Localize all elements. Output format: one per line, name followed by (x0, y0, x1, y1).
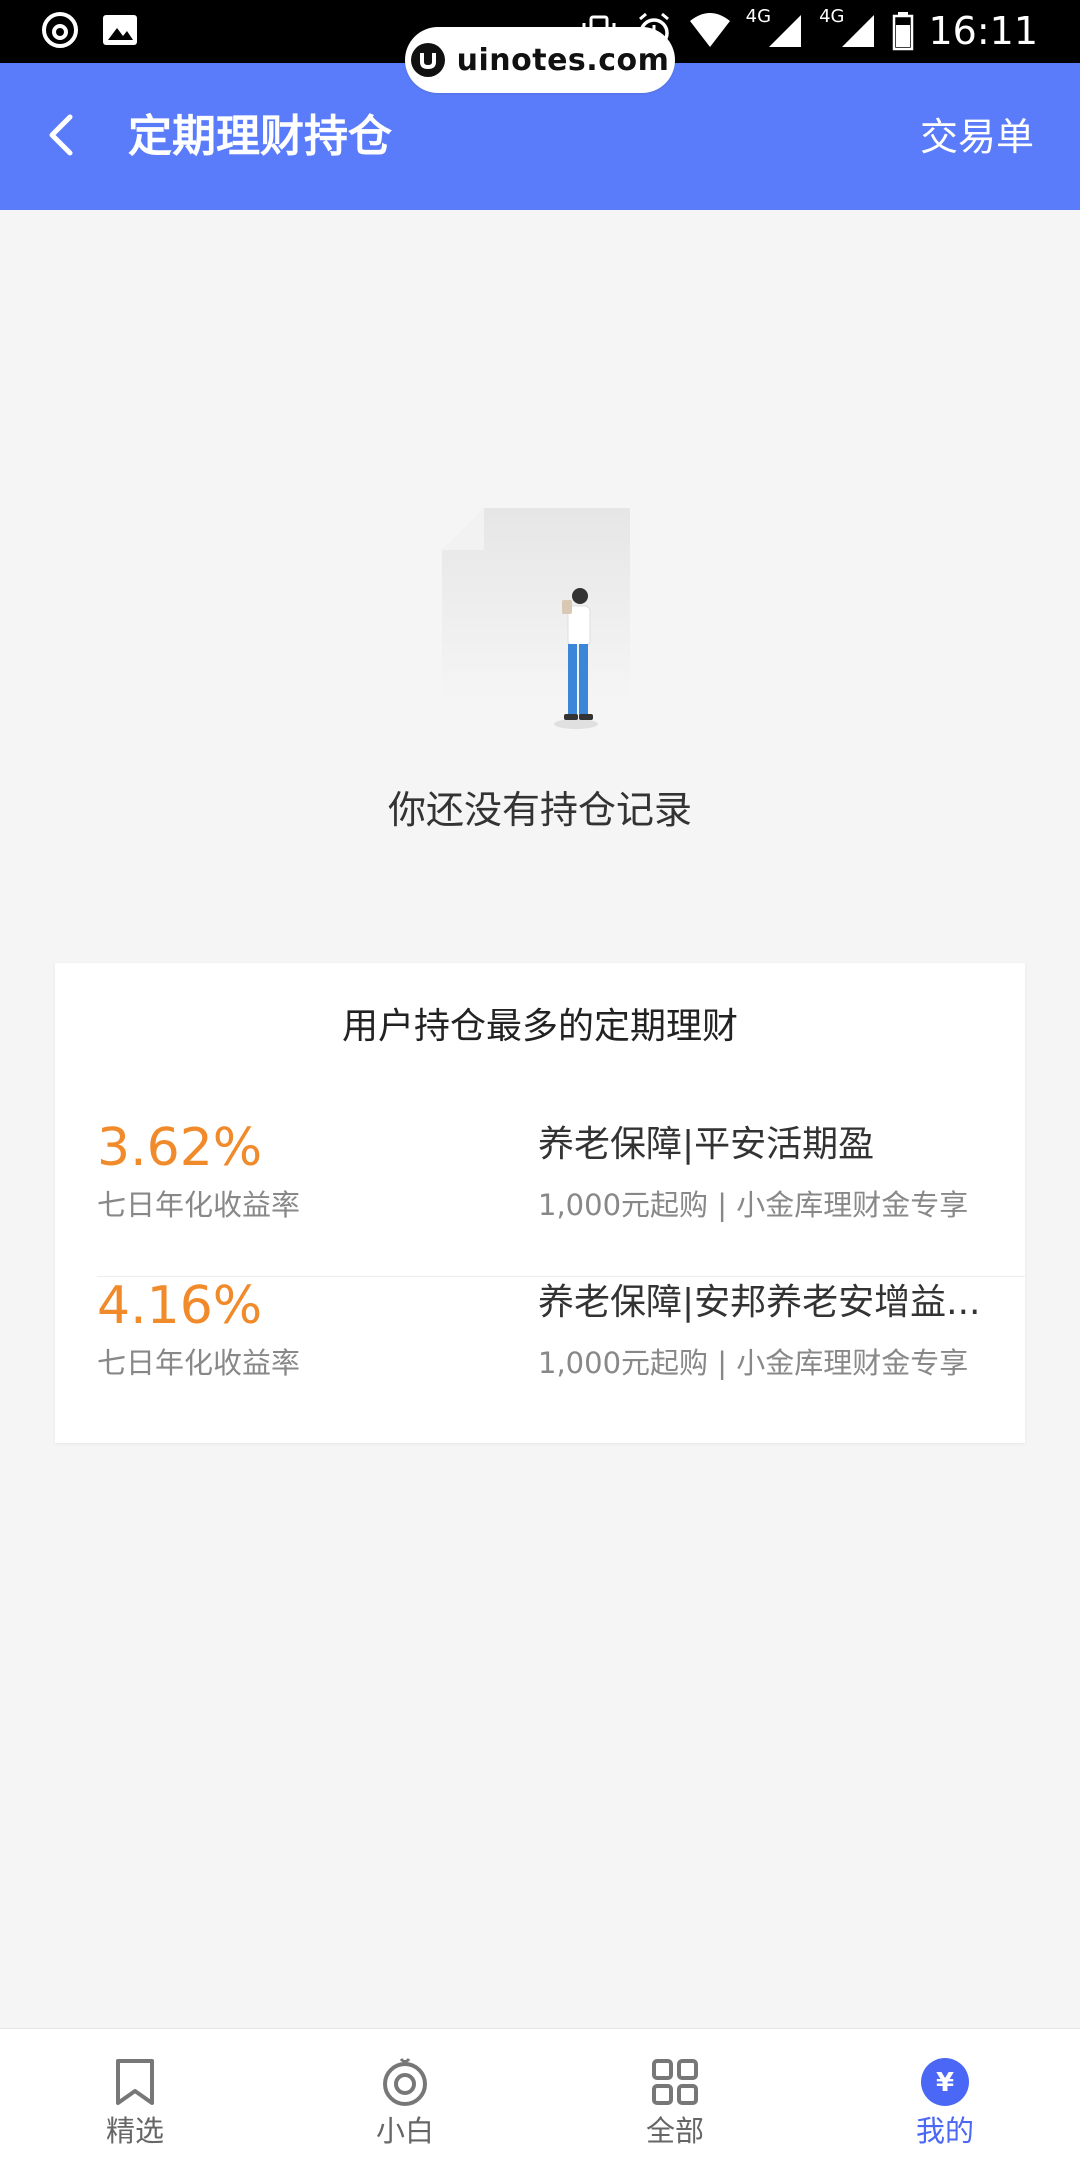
status-time: 16:11 (928, 9, 1038, 53)
network-label-1: 4G (745, 6, 772, 27)
nav-item-mine[interactable]: ¥ 我的 (810, 2029, 1080, 2161)
watermark-text: uinotes.com (456, 42, 670, 78)
product-rate-label: 七日年化收益率 (97, 1346, 301, 1380)
nav-label: 小白 (375, 2114, 434, 2148)
bookmark-icon (116, 2059, 154, 2105)
product-description: 1,000元起购 | 小金库理财金专享 (538, 1346, 969, 1380)
target-icon (383, 2057, 427, 2106)
page-title: 定期理财持仓 (128, 111, 392, 162)
nav-item-beginner[interactable]: 小白 (270, 2029, 540, 2161)
nav-label: 我的 (915, 2114, 974, 2148)
product-item[interactable]: 3.62% 七日年化收益率 养老保障|平安活期盈 1,000元起购 | 小金库理… (97, 1113, 1025, 1275)
nav-item-featured[interactable]: 精选 (0, 2029, 270, 2161)
transactions-button[interactable]: 交易单 (920, 111, 1034, 163)
empty-document-illustration (442, 508, 630, 729)
nav-item-all[interactable]: 全部 (540, 2029, 810, 2161)
image-icon (103, 15, 137, 45)
product-name: 养老保障|平安活期盈 (538, 1124, 875, 1165)
battery-icon (893, 12, 914, 51)
bottom-nav: 精选 小白 全部 ¥ 我的 (0, 2028, 1080, 2161)
product-rate-label: 七日年化收益率 (97, 1188, 301, 1222)
svg-text:¥: ¥ (936, 2068, 954, 2098)
netease-cloud-music-icon (42, 12, 78, 48)
empty-state-text: 你还没有持仓记录 (387, 788, 692, 832)
popular-products-card: 用户持仓最多的定期理财 3.62% 七日年化收益率 养老保障|平安活期盈 1,0… (55, 963, 1025, 1443)
signal-icon (769, 15, 802, 47)
chevron-left-icon (49, 114, 73, 156)
uinotes-watermark: uinotes.com (405, 27, 675, 93)
signal-icon-2 (842, 15, 875, 47)
back-button[interactable] (36, 105, 96, 165)
uinotes-logo-icon (410, 43, 445, 77)
wifi-icon (689, 13, 730, 47)
yuan-icon: ¥ (921, 2058, 969, 2106)
status-left-icons (40, 10, 140, 50)
product-rate: 4.16% (97, 1276, 263, 1336)
product-name: 养老保障|安邦养老安增益... (538, 1282, 981, 1323)
product-rate: 3.62% (97, 1118, 263, 1178)
grid-icon (652, 2059, 698, 2105)
product-description: 1,000元起购 | 小金库理财金专享 (538, 1188, 969, 1222)
nav-label: 全部 (645, 2114, 704, 2148)
nav-label: 精选 (105, 2114, 164, 2148)
card-title: 用户持仓最多的定期理财 (341, 1006, 738, 1047)
product-item[interactable]: 4.16% 七日年化收益率 养老保障|安邦养老安增益... 1,000元起购 |… (97, 1276, 1025, 1439)
network-label-2: 4G (819, 6, 845, 27)
